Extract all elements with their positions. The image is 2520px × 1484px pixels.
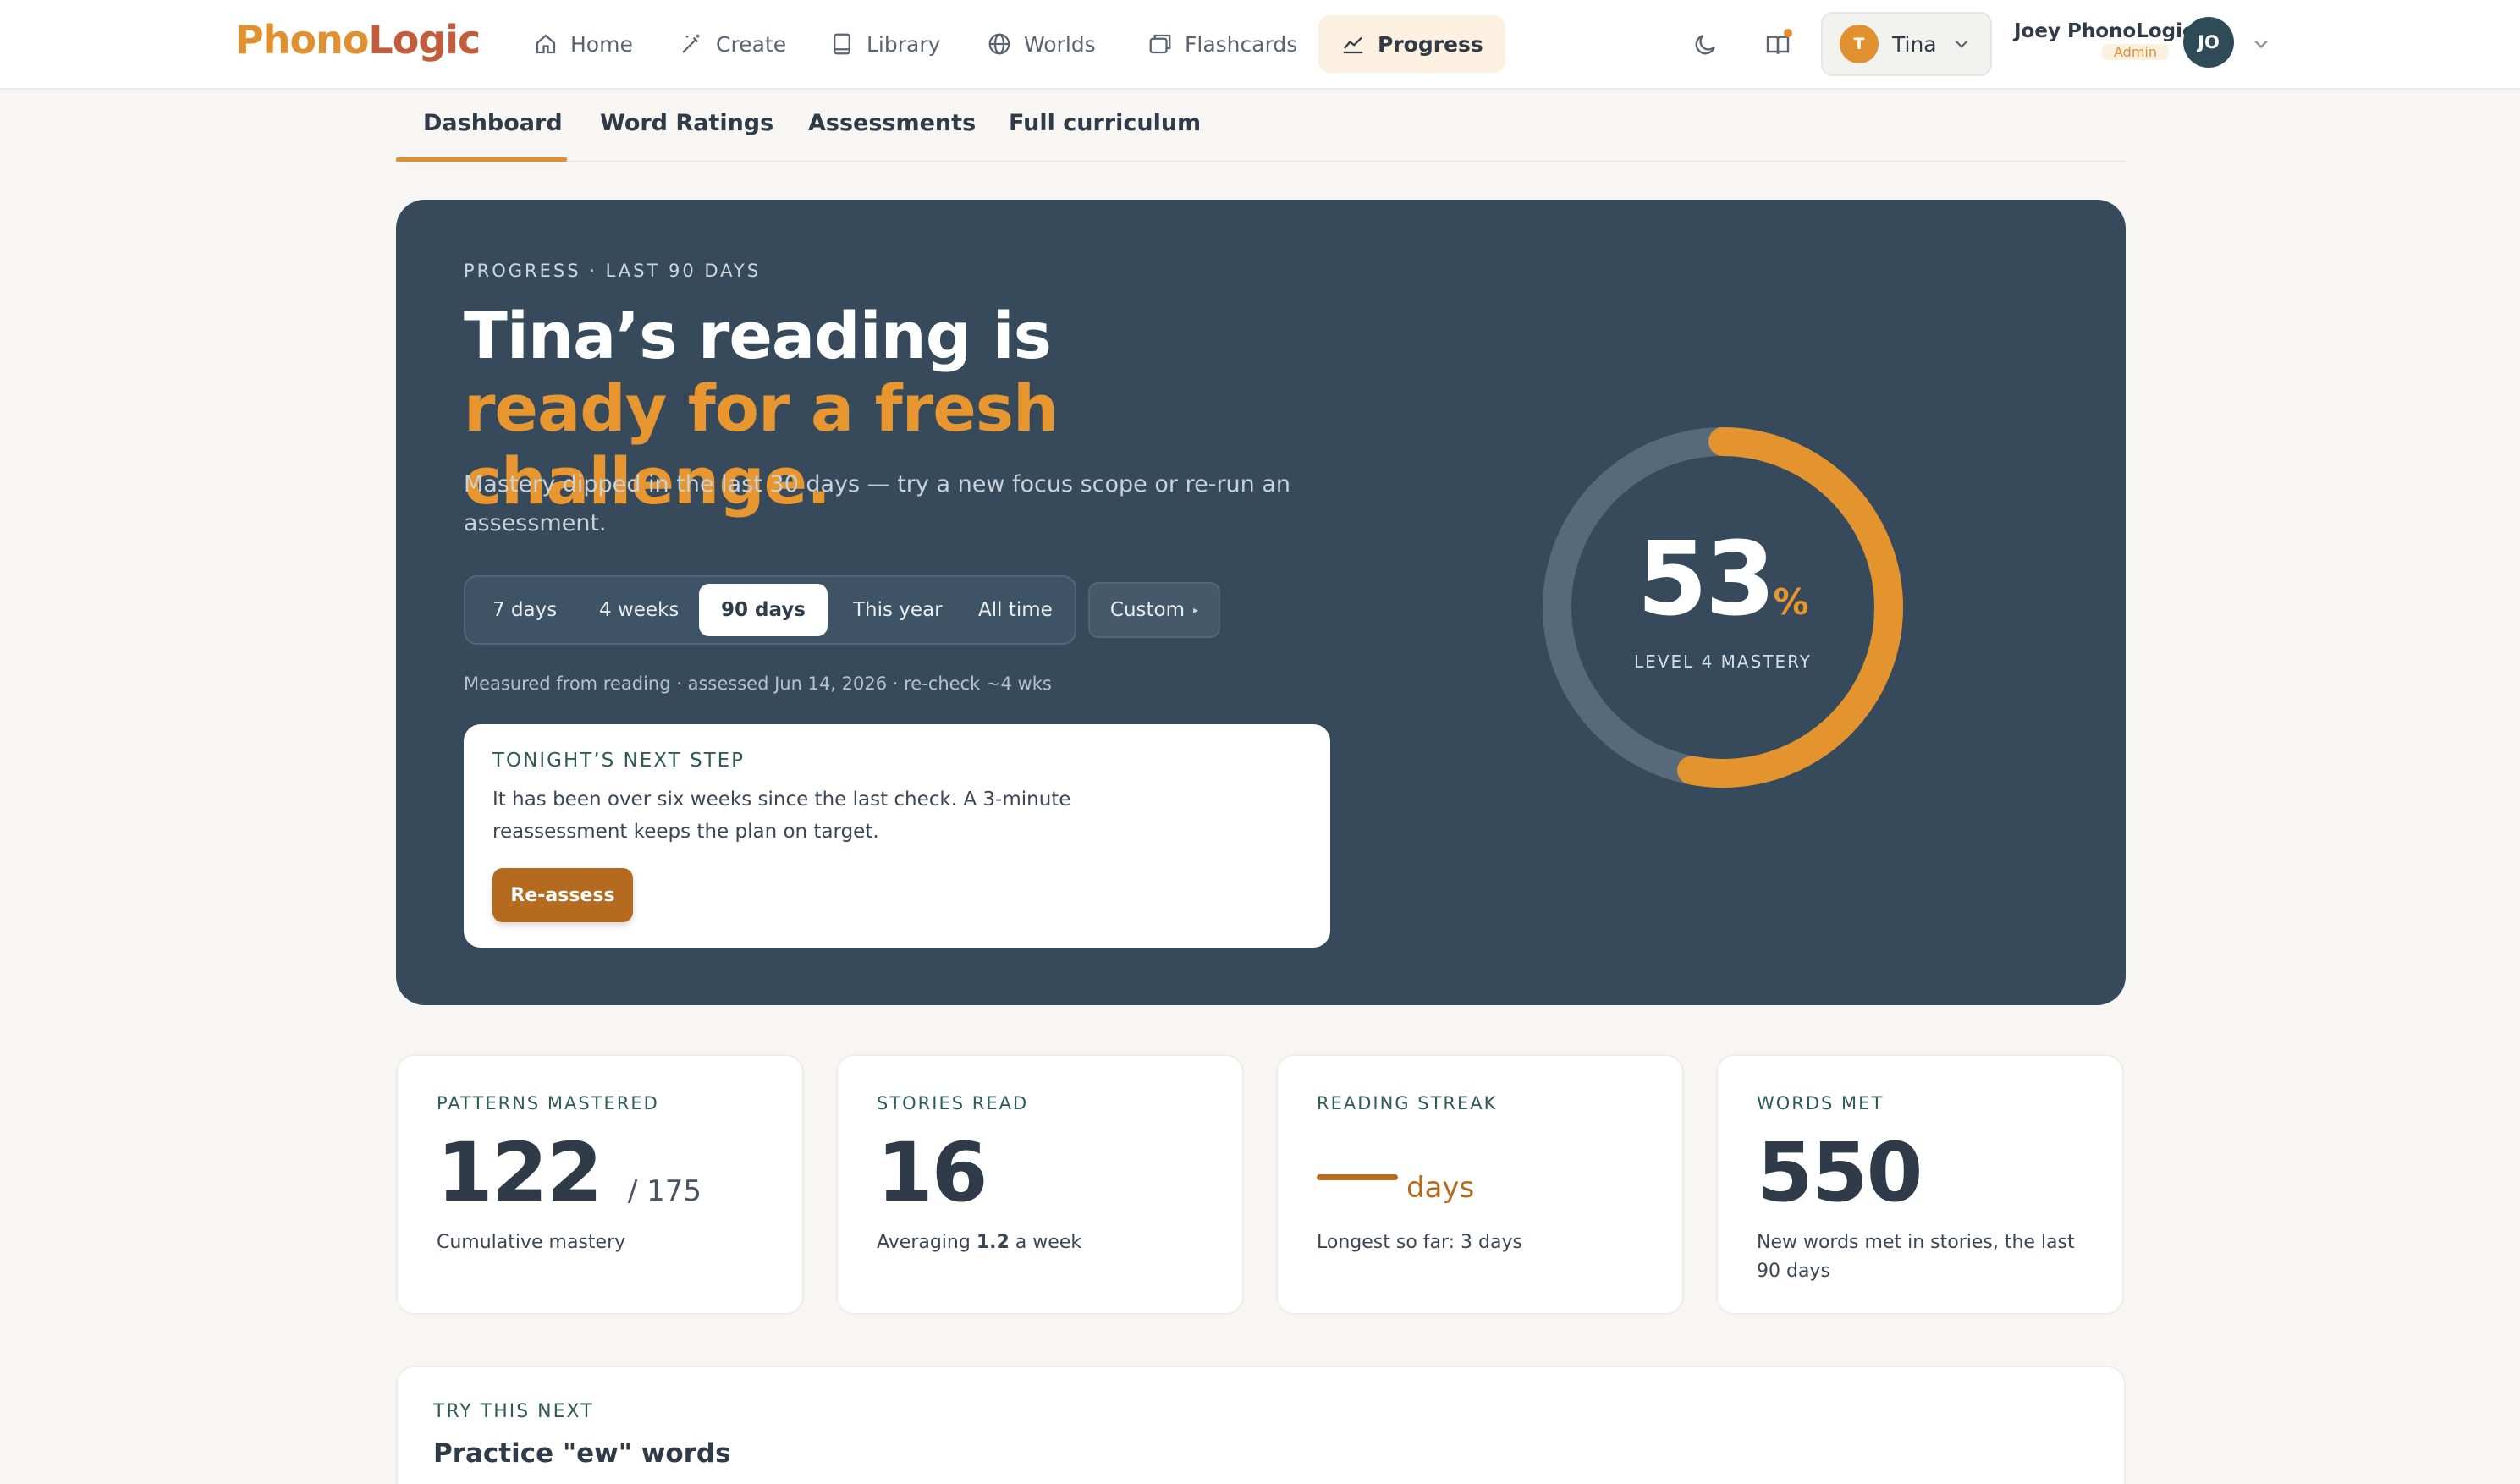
- book-icon: [834, 33, 850, 55]
- cards-icon: [1149, 34, 1171, 54]
- user-role-badge: Admin: [2102, 44, 2169, 60]
- nav-worlds[interactable]: Worlds: [965, 15, 1118, 73]
- caret-icon: ▸: [1193, 604, 1199, 616]
- measurement-note: Measured from reading · assessed Jun 14,…: [464, 673, 1052, 694]
- notification-dot: [1784, 29, 1792, 37]
- home-icon: [536, 34, 556, 54]
- streak-empty-placeholder: [1317, 1174, 1398, 1180]
- stat-patterns-mastered: PATTERNS MASTERED 122 / 175 Cumulative m…: [396, 1054, 804, 1315]
- range-all-time[interactable]: All time: [956, 584, 1075, 636]
- mastery-level-label: LEVEL 4 MASTERY: [1634, 651, 1812, 672]
- next-step-card: TONIGHT’S NEXT STEP It has been over six…: [464, 724, 1330, 948]
- hero-subtext: Mastery dipped in the last 30 days — try…: [464, 471, 1291, 536]
- child-name: Tina: [1892, 31, 1937, 57]
- child-avatar: T: [1840, 25, 1879, 63]
- nav-home[interactable]: Home: [511, 15, 655, 73]
- wand-icon: [682, 34, 700, 53]
- tab-word-ratings[interactable]: Word Ratings: [600, 110, 773, 136]
- time-range-selector: 7 days 4 weeks 90 days This year All tim…: [464, 575, 1076, 645]
- hero-eyebrow: PROGRESS · LAST 90 DAYS: [464, 261, 762, 281]
- top-navigation-bar: PhonoLogic Home Create Library Worlds Fl…: [0, 0, 2520, 90]
- range-4-weeks[interactable]: 4 weeks: [577, 584, 701, 636]
- user-avatar[interactable]: JO: [2183, 17, 2234, 68]
- progress-subtabs: Dashboard Word Ratings Assessments Full …: [396, 90, 2126, 162]
- chart-icon: [1343, 36, 1363, 54]
- try-next-card[interactable]: TRY THIS NEXT Practice "ew" words: [396, 1366, 2126, 1484]
- progress-hero-card: PROGRESS · LAST 90 DAYS Tina’s reading i…: [396, 200, 2126, 1005]
- tab-full-curriculum[interactable]: Full curriculum: [1009, 110, 1201, 136]
- user-name: Joey PhonoLogic: [2014, 20, 2194, 42]
- chevron-down-icon: [1955, 40, 1967, 48]
- nav-flashcards[interactable]: Flashcards: [1125, 15, 1319, 73]
- nav-library[interactable]: Library: [807, 15, 962, 73]
- globe-icon: [988, 33, 1010, 55]
- range-7-days[interactable]: 7 days: [470, 584, 579, 636]
- child-selector[interactable]: T Tina: [1821, 12, 1992, 76]
- stat-stories-read: STORIES READ 16 Averaging 1.2 a week: [836, 1054, 1244, 1315]
- try-next-label: TRY THIS NEXT: [433, 1401, 594, 1422]
- phonologic-logo[interactable]: PhonoLogic: [235, 17, 481, 63]
- tab-dashboard[interactable]: Dashboard: [423, 110, 563, 136]
- next-step-label: TONIGHT’S NEXT STEP: [492, 750, 746, 772]
- tab-assessments[interactable]: Assessments: [808, 110, 976, 136]
- try-next-title: Practice "ew" words: [433, 1438, 731, 1469]
- nav-create[interactable]: Create: [657, 15, 808, 73]
- reassess-button[interactable]: Re-assess: [492, 868, 633, 922]
- custom-range-button[interactable]: Custom ▸: [1088, 582, 1220, 638]
- stat-reading-streak: READING STREAK days Longest so far: 3 da…: [1276, 1054, 1684, 1315]
- range-90-days[interactable]: 90 days: [699, 584, 828, 636]
- mastery-percent: 53%: [1637, 521, 1809, 639]
- stat-words-met: WORDS MET 550 New words met in stories, …: [1716, 1054, 2124, 1315]
- nav-progress[interactable]: Progress: [1318, 15, 1505, 73]
- active-tab-indicator: [396, 157, 567, 162]
- next-step-body: It has been over six weeks since the las…: [492, 789, 1071, 843]
- range-this-year[interactable]: This year: [831, 584, 965, 636]
- reading-notifications-button[interactable]: [1758, 25, 1797, 64]
- user-menu-chevron-icon[interactable]: [2249, 32, 2273, 56]
- moon-icon: [1695, 35, 1715, 55]
- dark-mode-toggle[interactable]: [1686, 25, 1725, 64]
